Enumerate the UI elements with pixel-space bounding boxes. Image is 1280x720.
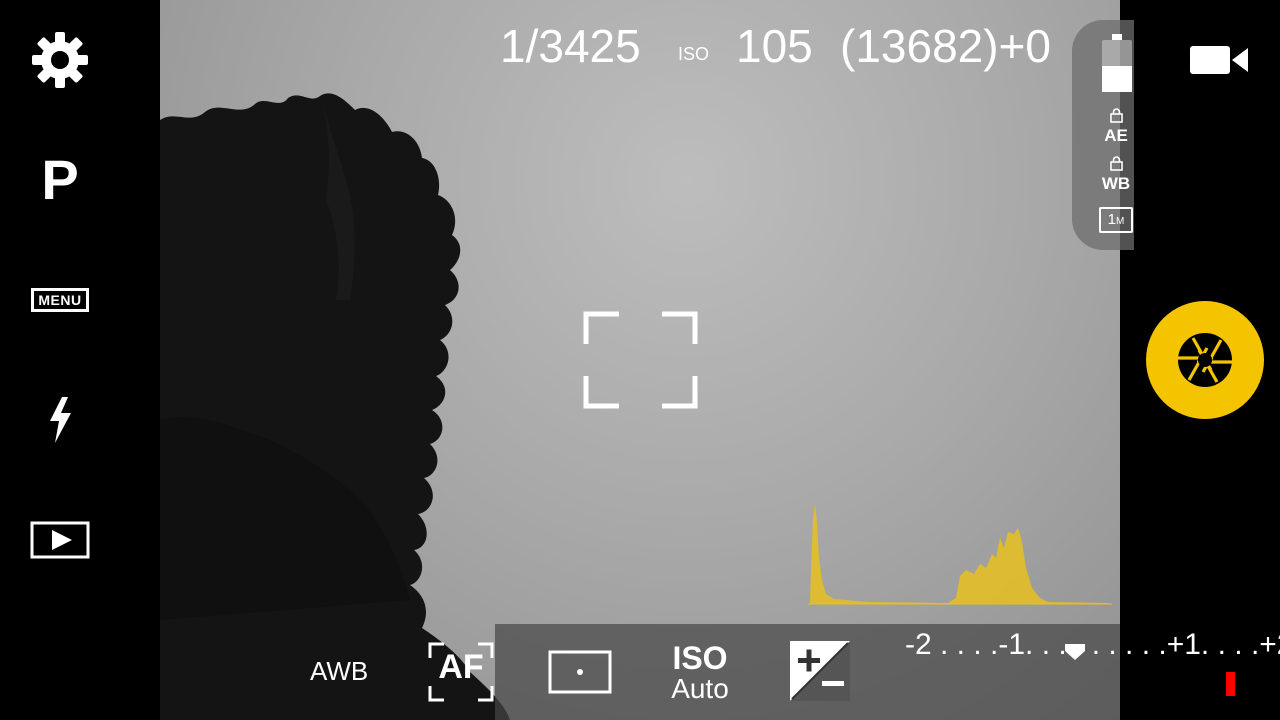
video-camera-icon [1190, 46, 1248, 74]
shooting-mode-label: P [41, 148, 79, 211]
resolution-badge[interactable]: 1M [1099, 207, 1133, 233]
exposure-compensation-icon[interactable] [790, 641, 850, 701]
video-mode-button[interactable] [1190, 40, 1248, 81]
lock-icon [1110, 108, 1123, 123]
shooting-mode-button[interactable]: P [0, 150, 120, 210]
resolution-label: 1 [1107, 211, 1116, 228]
exposure-indicator-icon [1065, 644, 1085, 660]
shutter-button[interactable] [1146, 301, 1264, 419]
histogram [808, 504, 1112, 605]
flash-button[interactable] [0, 395, 120, 445]
lock-icon [1110, 156, 1123, 171]
flash-icon [50, 397, 71, 443]
focus-mode-button[interactable]: AF [432, 648, 490, 687]
exposure-scale[interactable]: -2 . . . .-1. . . . . . . . .+1. . . .+2 [905, 628, 1280, 662]
gear-icon [32, 32, 88, 88]
resolution-suffix: M [1116, 216, 1125, 227]
focus-frame[interactable] [583, 311, 698, 409]
wb-lock-label[interactable]: WB [1098, 174, 1134, 194]
playback-button[interactable] [0, 515, 120, 565]
left-toolbar: P MENU [0, 0, 160, 720]
settings-button[interactable] [0, 26, 120, 94]
battery-icon [1102, 34, 1132, 92]
menu-label: MENU [31, 288, 89, 312]
aperture-icon [1178, 333, 1232, 387]
shutter-speed: 1/3425 [500, 20, 641, 72]
menu-button[interactable]: MENU [0, 280, 120, 320]
play-icon [30, 521, 90, 559]
iso-button-label[interactable]: ISO [665, 640, 735, 677]
ae-lock-label[interactable]: AE [1098, 126, 1134, 146]
level-indicator [1226, 672, 1235, 696]
spot-metering-icon[interactable] [548, 650, 612, 694]
iso-readout: 105 [736, 20, 813, 72]
shots-remaining: (13682)+0 [840, 20, 1051, 72]
iso-small-label: ISO [678, 44, 710, 64]
iso-mode-value: Auto [671, 673, 729, 704]
white-balance-button[interactable]: AWB [310, 656, 368, 687]
